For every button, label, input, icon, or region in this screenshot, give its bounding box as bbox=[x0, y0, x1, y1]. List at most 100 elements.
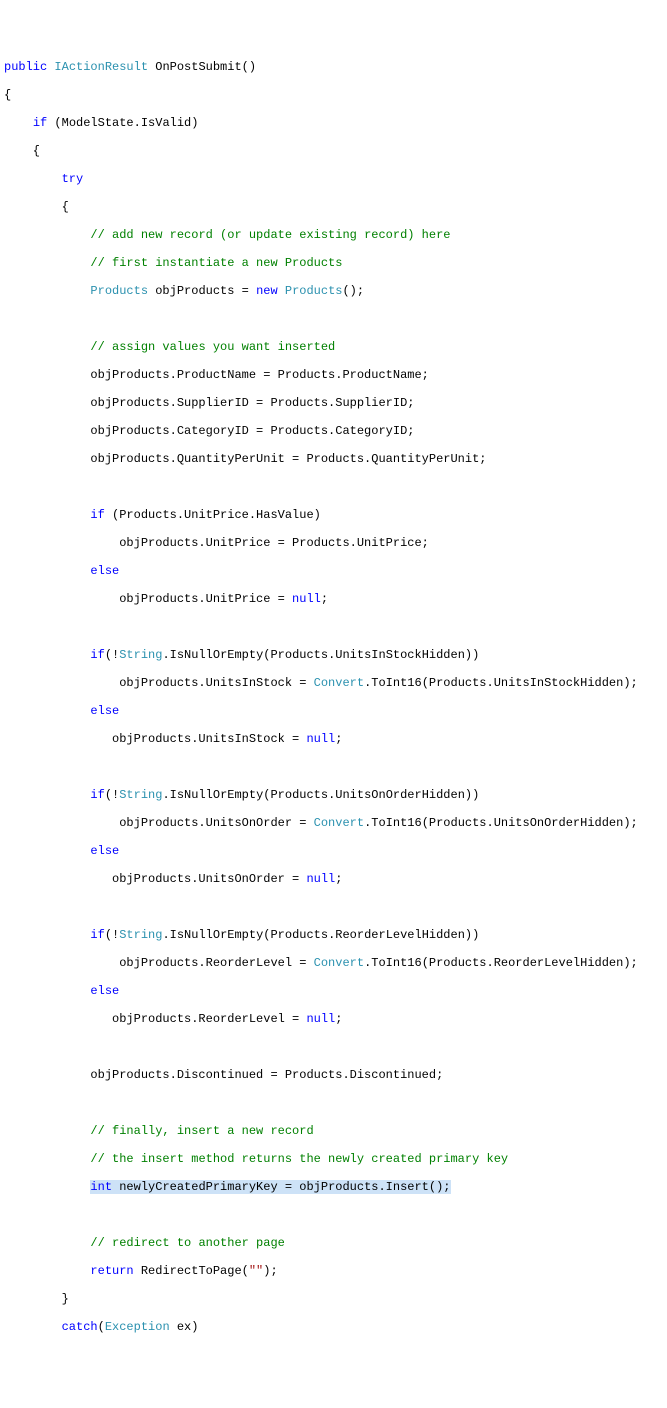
code-line: else bbox=[4, 564, 663, 578]
code-line: if(!String.IsNullOrEmpty(Products.UnitsI… bbox=[4, 648, 663, 662]
text: .IsNullOrEmpty(Products.UnitsOnOrderHidd… bbox=[162, 788, 479, 802]
code-line: try bbox=[4, 172, 663, 186]
comment: // redirect to another page bbox=[90, 1236, 284, 1250]
code-line bbox=[4, 1040, 663, 1054]
code-line bbox=[4, 312, 663, 326]
code-line: public IActionResult OnPostSubmit() bbox=[4, 60, 663, 74]
keyword: else bbox=[90, 984, 119, 998]
code-line: objProducts.CategoryID = Products.Catego… bbox=[4, 424, 663, 438]
code-line: catch(Exception ex) bbox=[4, 1320, 663, 1334]
code-line: Products objProducts = new Products(); bbox=[4, 284, 663, 298]
code-line: objProducts.UnitPrice = Products.UnitPri… bbox=[4, 536, 663, 550]
text: ); bbox=[263, 1264, 277, 1278]
highlighted-line: int newlyCreatedPrimaryKey = objProducts… bbox=[90, 1180, 450, 1194]
type: Products bbox=[285, 284, 343, 298]
code-line: } bbox=[4, 1292, 663, 1306]
type: IActionResult bbox=[54, 60, 148, 74]
code-line: // assign values you want inserted bbox=[4, 340, 663, 354]
keyword: if bbox=[90, 928, 104, 942]
code-line: objProducts.UnitsOnOrder = null; bbox=[4, 872, 663, 886]
comment: // first instantiate a new Products bbox=[90, 256, 342, 270]
text: .IsNullOrEmpty(Products.UnitsInStockHidd… bbox=[162, 648, 479, 662]
text: ; bbox=[335, 732, 342, 746]
text: OnPostSubmit() bbox=[148, 60, 256, 74]
comment: // the insert method returns the newly c… bbox=[90, 1152, 508, 1166]
code-line: objProducts.ReorderLevel = null; bbox=[4, 1012, 663, 1026]
keyword: null bbox=[306, 732, 335, 746]
type: Convert bbox=[314, 816, 364, 830]
code-line: else bbox=[4, 844, 663, 858]
text: (); bbox=[342, 284, 364, 298]
code-line: objProducts.QuantityPerUnit = Products.Q… bbox=[4, 452, 663, 466]
code-line: if(!String.IsNullOrEmpty(Products.Reorde… bbox=[4, 928, 663, 942]
code-line: int newlyCreatedPrimaryKey = objProducts… bbox=[4, 1180, 663, 1194]
keyword: public bbox=[4, 60, 47, 74]
code-line: // the insert method returns the newly c… bbox=[4, 1152, 663, 1166]
code-line: else bbox=[4, 704, 663, 718]
text: .ToInt16(Products.UnitsInStockHidden); bbox=[364, 676, 638, 690]
text: (! bbox=[105, 648, 119, 662]
code-line bbox=[4, 1208, 663, 1222]
text: ex) bbox=[170, 1320, 199, 1334]
code-line: objProducts.UnitsOnOrder = Convert.ToInt… bbox=[4, 816, 663, 830]
type: Convert bbox=[314, 676, 364, 690]
code-line: // add new record (or update existing re… bbox=[4, 228, 663, 242]
keyword: else bbox=[90, 564, 119, 578]
keyword: null bbox=[306, 1012, 335, 1026]
text: (Products.UnitPrice.HasValue) bbox=[105, 508, 321, 522]
text: (! bbox=[105, 788, 119, 802]
type: String bbox=[119, 788, 162, 802]
keyword: new bbox=[256, 284, 278, 298]
type: Exception bbox=[105, 1320, 170, 1334]
code-line: else bbox=[4, 984, 663, 998]
text: newlyCreatedPrimaryKey = objProducts.Ins… bbox=[112, 1180, 450, 1194]
code-line: if (Products.UnitPrice.HasValue) bbox=[4, 508, 663, 522]
code-line: objProducts.ProductName = Products.Produ… bbox=[4, 368, 663, 382]
code-line: // redirect to another page bbox=[4, 1236, 663, 1250]
keyword: int bbox=[90, 1180, 112, 1194]
text: .ToInt16(Products.ReorderLevelHidden); bbox=[364, 956, 638, 970]
keyword: else bbox=[90, 704, 119, 718]
text: .ToInt16(Products.UnitsOnOrderHidden); bbox=[364, 816, 638, 830]
code-line: objProducts.Discontinued = Products.Disc… bbox=[4, 1068, 663, 1082]
code-line: objProducts.ReorderLevel = Convert.ToInt… bbox=[4, 956, 663, 970]
code-line: return RedirectToPage(""); bbox=[4, 1264, 663, 1278]
keyword: return bbox=[90, 1264, 133, 1278]
code-line: objProducts.SupplierID = Products.Suppli… bbox=[4, 396, 663, 410]
text: objProducts.ReorderLevel = bbox=[4, 956, 314, 970]
code-line: if(!String.IsNullOrEmpty(Products.UnitsO… bbox=[4, 788, 663, 802]
text: .IsNullOrEmpty(Products.ReorderLevelHidd… bbox=[162, 928, 479, 942]
code-line: objProducts.UnitsInStock = null; bbox=[4, 732, 663, 746]
comment: // assign values you want inserted bbox=[90, 340, 335, 354]
keyword: if bbox=[90, 508, 104, 522]
type: Products bbox=[90, 284, 148, 298]
code-line: { bbox=[4, 88, 663, 102]
code-line: // finally, insert a new record bbox=[4, 1124, 663, 1138]
text: objProducts.UnitsOnOrder = bbox=[4, 816, 314, 830]
code-line: { bbox=[4, 200, 663, 214]
text: objProducts.UnitsInStock = bbox=[4, 732, 306, 746]
comment: // add new record (or update existing re… bbox=[90, 228, 450, 242]
keyword: null bbox=[292, 592, 321, 606]
keyword: null bbox=[306, 872, 335, 886]
text: objProducts.UnitPrice = bbox=[4, 592, 292, 606]
type: String bbox=[119, 648, 162, 662]
code-line: { bbox=[4, 144, 663, 158]
text: objProducts.ReorderLevel = bbox=[4, 1012, 306, 1026]
text: ; bbox=[335, 1012, 342, 1026]
text: (! bbox=[105, 928, 119, 942]
keyword: try bbox=[62, 172, 84, 186]
text: objProducts = bbox=[148, 284, 256, 298]
comment: // finally, insert a new record bbox=[90, 1124, 313, 1138]
keyword: else bbox=[90, 844, 119, 858]
string: "" bbox=[249, 1264, 263, 1278]
keyword: if bbox=[33, 116, 47, 130]
code-line bbox=[4, 900, 663, 914]
text: objProducts.UnitsOnOrder = bbox=[4, 872, 306, 886]
keyword: if bbox=[90, 788, 104, 802]
code-line: objProducts.UnitPrice = null; bbox=[4, 592, 663, 606]
code-block: public IActionResult OnPostSubmit() { if… bbox=[4, 60, 663, 1334]
code-line bbox=[4, 1096, 663, 1110]
code-line: objProducts.UnitsInStock = Convert.ToInt… bbox=[4, 676, 663, 690]
text: ; bbox=[335, 872, 342, 886]
